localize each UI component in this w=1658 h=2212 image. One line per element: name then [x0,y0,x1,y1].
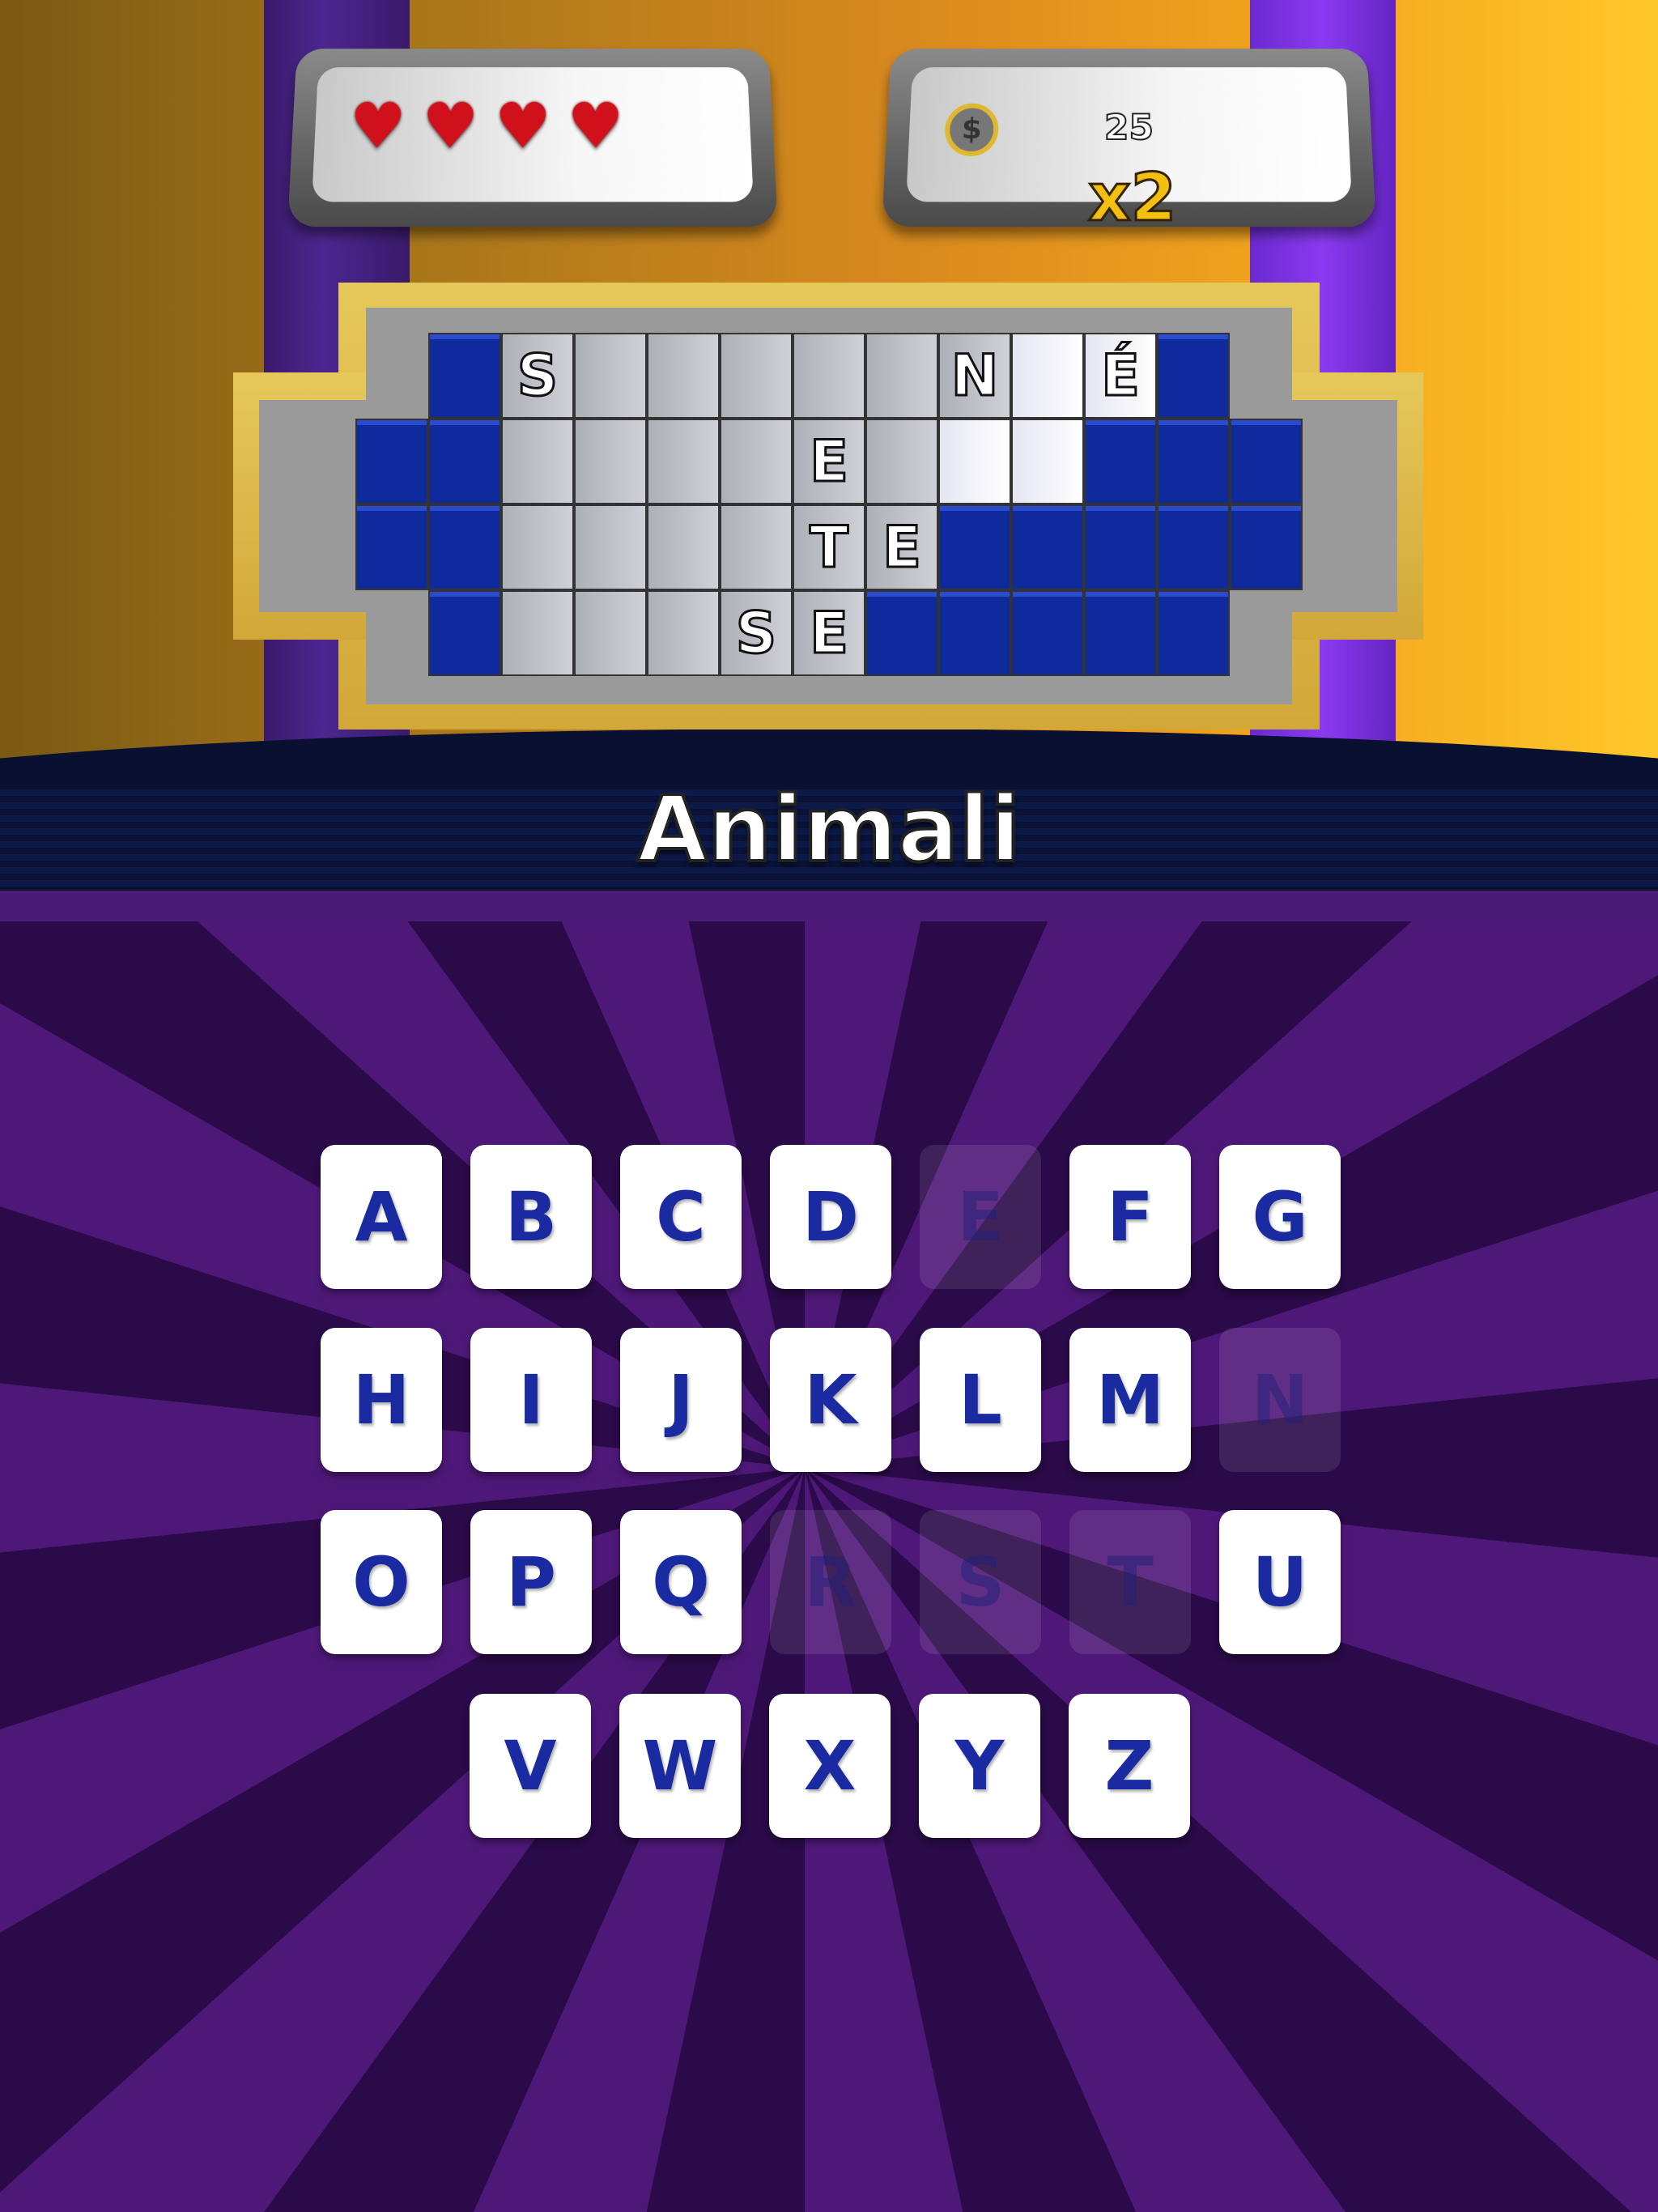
game-stage: ♥ ♥ ♥ ♥ $ 25 x2 SNÉETESE Animali [0,0,1658,891]
board-blank-tile [1084,419,1157,504]
letter-key-k[interactable]: K [770,1328,891,1472]
board-letter-tile: E [793,590,865,676]
board-blank-tile [1230,504,1303,590]
letter-key-z[interactable]: Z [1069,1694,1190,1838]
board-hidden-tile [501,504,574,590]
letter-key-q[interactable]: Q [620,1510,742,1654]
board-hidden-tile [793,333,865,419]
letter-key-l[interactable]: L [920,1328,1041,1472]
coins-panel: $ 25 x2 [882,49,1376,237]
board-blank-tile [1011,590,1084,676]
board-hidden-tile [574,333,647,419]
board-letter-tile: E [865,504,938,590]
board-hidden-tile [865,419,938,504]
category-title: Animali [636,776,1022,884]
board-blank-tile [1011,504,1084,590]
board-hidden-tile [574,504,647,590]
board-hidden-tile [1011,333,1084,419]
letter-key-p[interactable]: P [470,1510,592,1654]
board-hidden-tile [647,590,720,676]
board-hidden-tile [647,419,720,504]
board-blank-tile [865,590,938,676]
board-blank-tile [1157,504,1230,590]
board-letter-tile: S [720,590,793,676]
letter-key-n: N [1219,1328,1341,1472]
board-blank-tile [355,419,428,504]
board-hidden-tile [647,504,720,590]
letter-key-r: R [770,1510,891,1654]
letter-key-t: T [1069,1510,1191,1654]
board-hidden-tile [1011,419,1084,504]
letter-key-c[interactable]: C [620,1145,742,1289]
lives-panel: ♥ ♥ ♥ ♥ [287,49,778,228]
multiplier-badge: x2 [1086,158,1178,237]
letter-key-g[interactable]: G [1219,1145,1341,1289]
board-hidden-tile [865,333,938,419]
letter-key-j[interactable]: J [620,1328,742,1472]
board-blank-tile [938,590,1011,676]
board-hidden-tile [720,333,793,419]
board-letter-tile: N [938,333,1011,419]
board-blank-tile [1157,419,1230,504]
board-hidden-tile [720,419,793,504]
board-hidden-tile [938,419,1011,504]
board-blank-tile [355,504,428,590]
board-blank-tile [428,590,501,676]
letter-key-s: S [920,1510,1041,1654]
board-letter-tile: É [1084,333,1157,419]
heart-icon: ♥ [347,91,407,163]
letter-key-h[interactable]: H [321,1328,442,1472]
board-letter-tile: S [501,333,574,419]
score-value: 25 [1103,107,1154,149]
letter-key-v[interactable]: V [470,1694,591,1838]
board-blank-tile [938,504,1011,590]
board-blank-tile [1084,590,1157,676]
letter-key-y[interactable]: Y [919,1694,1040,1838]
heart-icon: ♥ [421,91,479,163]
letter-key-x[interactable]: X [769,1694,891,1838]
board-hidden-tile [501,419,574,504]
board-blank-tile [1157,590,1230,676]
letter-key-m[interactable]: M [1069,1328,1191,1472]
letter-key-b[interactable]: B [470,1145,592,1289]
letter-key-f[interactable]: F [1069,1145,1191,1289]
board-letter-tile: E [793,419,865,504]
board-blank-tile [428,419,501,504]
letter-key-d[interactable]: D [770,1145,891,1289]
letter-key-u[interactable]: U [1219,1510,1341,1654]
board-blank-tile [1230,419,1303,504]
board-hidden-tile [647,333,720,419]
board-hidden-tile [574,590,647,676]
board-blank-tile [428,333,501,419]
letter-key-w[interactable]: W [619,1694,741,1838]
divider [0,891,1658,921]
letter-key-o[interactable]: O [321,1510,442,1654]
letter-key-a[interactable]: A [321,1145,442,1289]
board-hidden-tile [720,504,793,590]
board-letter-tile: T [793,504,865,590]
board-hidden-tile [574,419,647,504]
board-blank-tile [1084,504,1157,590]
heart-icon: ♥ [567,91,625,163]
board-blank-tile [428,504,501,590]
board-blank-tile [1157,333,1230,419]
heart-icon: ♥ [494,91,551,163]
letter-key-i[interactable]: I [470,1328,592,1472]
board-hidden-tile [501,590,574,676]
letter-key-e: E [920,1145,1041,1289]
